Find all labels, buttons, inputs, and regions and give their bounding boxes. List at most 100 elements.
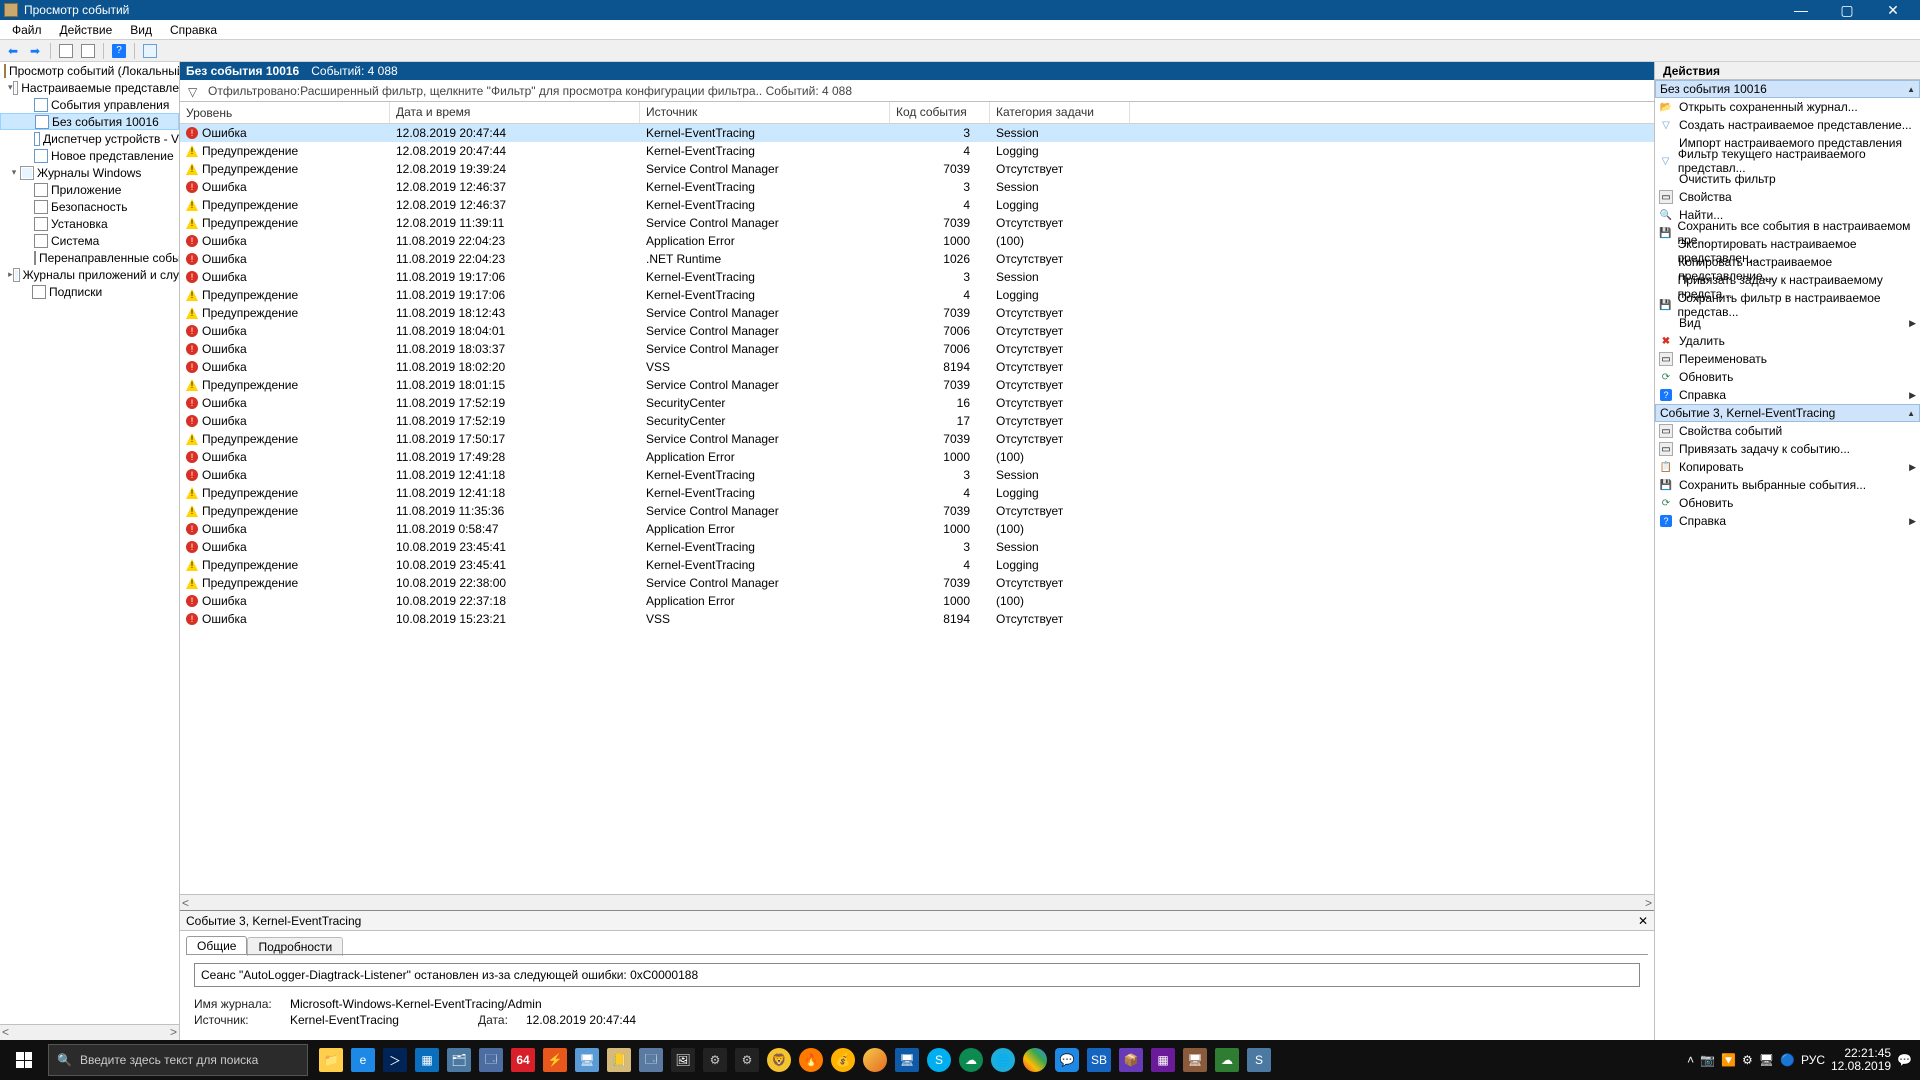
tree-custom-views[interactable]: ▾Настраиваемые представле xyxy=(0,79,179,96)
tree-item-no-10016[interactable]: Без события 10016 xyxy=(0,113,179,130)
tree-subscriptions[interactable]: Подписки xyxy=(0,283,179,300)
col-source[interactable]: Источник xyxy=(640,102,890,123)
event-row[interactable]: !Ошибка11.08.2019 22:04:23.NET Runtime10… xyxy=(180,250,1654,268)
detail-close-button[interactable]: ✕ xyxy=(1638,914,1648,928)
taskbar-app[interactable]: 🖥 xyxy=(1180,1040,1210,1080)
action-item[interactable]: ▭Свойства событий xyxy=(1655,422,1920,440)
col-code[interactable]: Код события xyxy=(890,102,990,123)
tray-icon[interactable]: 🖥 xyxy=(1759,1053,1774,1067)
tray-notifications-icon[interactable]: 💬 xyxy=(1897,1053,1912,1067)
event-row[interactable]: !Ошибка10.08.2019 22:37:18Application Er… xyxy=(180,592,1654,610)
tray-icon[interactable]: 🔵 xyxy=(1780,1053,1795,1067)
event-row[interactable]: !Предупреждение11.08.2019 18:12:43Servic… xyxy=(180,304,1654,322)
taskbar-app[interactable]: 🗂 xyxy=(444,1040,474,1080)
forward-button[interactable]: ➡ xyxy=(26,42,44,60)
taskbar-app[interactable]: 📁 xyxy=(316,1040,346,1080)
taskbar-app[interactable]: 📒 xyxy=(604,1040,634,1080)
menu-view[interactable]: Вид xyxy=(122,22,160,38)
action-item[interactable]: 📋Копировать▶ xyxy=(1655,458,1920,476)
event-row[interactable]: !Предупреждение11.08.2019 12:41:18Kernel… xyxy=(180,484,1654,502)
taskbar-app[interactable] xyxy=(1020,1040,1050,1080)
tree-item-admin-events[interactable]: События управления xyxy=(0,96,179,113)
event-row[interactable]: !Предупреждение11.08.2019 18:01:15Servic… xyxy=(180,376,1654,394)
action-item[interactable]: ✖Удалить xyxy=(1655,332,1920,350)
tree-windows-logs[interactable]: ▾Журналы Windows xyxy=(0,164,179,181)
action-item[interactable]: ▽Фильтр текущего настраиваемого представ… xyxy=(1655,152,1920,170)
grid-horizontal-scrollbar[interactable]: <> xyxy=(180,894,1654,910)
taskbar-app[interactable]: 🖼 xyxy=(668,1040,698,1080)
grid-body[interactable]: !Ошибка12.08.2019 20:47:44Kernel-EventTr… xyxy=(180,124,1654,894)
menu-action[interactable]: Действие xyxy=(52,22,121,38)
close-button[interactable]: ✕ xyxy=(1870,0,1916,20)
navigation-tree[interactable]: Просмотр событий (Локальный ▾Настраиваем… xyxy=(0,62,180,1040)
event-row[interactable]: !Предупреждение10.08.2019 22:38:00Servic… xyxy=(180,574,1654,592)
event-row[interactable]: !Предупреждение12.08.2019 20:47:44Kernel… xyxy=(180,142,1654,160)
actions-section-event[interactable]: Событие 3, Kernel-EventTracing▲ xyxy=(1655,404,1920,422)
maximize-button[interactable]: ▢ xyxy=(1824,0,1870,20)
action-item[interactable]: ▽Создать настраиваемое представление... xyxy=(1655,116,1920,134)
actions-section-view[interactable]: Без события 10016▲ xyxy=(1655,80,1920,98)
taskbar-app[interactable]: 🔥 xyxy=(796,1040,826,1080)
taskbar-app[interactable]: e xyxy=(348,1040,378,1080)
event-row[interactable]: !Предупреждение10.08.2019 23:45:41Kernel… xyxy=(180,556,1654,574)
tray-clock[interactable]: 22:21:45 12.08.2019 xyxy=(1831,1047,1891,1073)
start-button[interactable] xyxy=(0,1040,48,1080)
event-row[interactable]: !Предупреждение12.08.2019 11:39:11Servic… xyxy=(180,214,1654,232)
tree-forwarded-log[interactable]: Перенаправленные собы xyxy=(0,249,179,266)
tree-application-log[interactable]: Приложение xyxy=(0,181,179,198)
event-row[interactable]: !Ошибка11.08.2019 22:04:23Application Er… xyxy=(180,232,1654,250)
taskbar-app[interactable]: ▦ xyxy=(412,1040,442,1080)
action-item[interactable]: ?Справка▶ xyxy=(1655,512,1920,530)
back-button[interactable]: ⬅ xyxy=(4,42,22,60)
taskbar-app[interactable]: ▦ xyxy=(1148,1040,1178,1080)
action-item[interactable]: 💾Сохранить фильтр в настраиваемое предст… xyxy=(1655,296,1920,314)
col-date[interactable]: Дата и время xyxy=(390,102,640,123)
event-row[interactable]: !Предупреждение11.08.2019 17:50:17Servic… xyxy=(180,430,1654,448)
taskbar-app[interactable]: 🌐 xyxy=(988,1040,1018,1080)
taskbar-app[interactable]: S xyxy=(1244,1040,1274,1080)
taskbar-app[interactable]: 💰 xyxy=(828,1040,858,1080)
taskbar-app[interactable]: ⚙ xyxy=(700,1040,730,1080)
menu-file[interactable]: Файл xyxy=(4,22,50,38)
tray-lang[interactable]: РУС xyxy=(1801,1053,1825,1067)
tree-horizontal-scrollbar[interactable]: <> xyxy=(0,1024,179,1040)
taskbar-app[interactable]: 🗔 xyxy=(476,1040,506,1080)
tab-general[interactable]: Общие xyxy=(186,936,247,955)
action-item[interactable]: ▭Свойства xyxy=(1655,188,1920,206)
taskbar-app[interactable]: 🖥 xyxy=(892,1040,922,1080)
tray-icon[interactable]: ⚙ xyxy=(1742,1053,1753,1067)
taskbar-app[interactable]: 64 xyxy=(508,1040,538,1080)
taskbar-app[interactable]: ☁ xyxy=(1212,1040,1242,1080)
event-row[interactable]: !Предупреждение11.08.2019 19:17:06Kernel… xyxy=(180,286,1654,304)
action-item[interactable]: ▭Привязать задачу к событию... xyxy=(1655,440,1920,458)
event-row[interactable]: !Ошибка11.08.2019 12:41:18Kernel-EventTr… xyxy=(180,466,1654,484)
toolbar-button-2[interactable] xyxy=(79,42,97,60)
event-row[interactable]: !Ошибка11.08.2019 18:04:01Service Contro… xyxy=(180,322,1654,340)
taskbar-app[interactable]: 🦁 xyxy=(764,1040,794,1080)
event-row[interactable]: !Предупреждение11.08.2019 11:35:36Servic… xyxy=(180,502,1654,520)
taskbar-app[interactable]: ☁ xyxy=(956,1040,986,1080)
event-row[interactable]: !Ошибка11.08.2019 17:49:28Application Er… xyxy=(180,448,1654,466)
tray-icon[interactable]: 📷 xyxy=(1700,1053,1715,1067)
help-button[interactable]: ? xyxy=(110,42,128,60)
tray-expand-icon[interactable]: ˄ xyxy=(1687,1053,1694,1067)
tree-system-log[interactable]: Система xyxy=(0,232,179,249)
action-item[interactable]: 📂Открыть сохраненный журнал... xyxy=(1655,98,1920,116)
event-row[interactable]: !Ошибка10.08.2019 15:23:21VSS8194Отсутст… xyxy=(180,610,1654,628)
menu-help[interactable]: Справка xyxy=(162,22,225,38)
taskbar-app[interactable]: ⚙ xyxy=(732,1040,762,1080)
tree-item-device-manager[interactable]: Диспетчер устройств - V xyxy=(0,130,179,147)
col-level[interactable]: Уровень xyxy=(180,102,390,123)
event-row[interactable]: !Ошибка11.08.2019 19:17:06Kernel-EventTr… xyxy=(180,268,1654,286)
taskbar-app[interactable]: ⚡ xyxy=(540,1040,570,1080)
event-row[interactable]: !Ошибка11.08.2019 0:58:47Application Err… xyxy=(180,520,1654,538)
event-row[interactable]: !Ошибка10.08.2019 23:45:41Kernel-EventTr… xyxy=(180,538,1654,556)
event-row[interactable]: !Ошибка12.08.2019 20:47:44Kernel-EventTr… xyxy=(180,124,1654,142)
tree-item-new-view[interactable]: Новое представление xyxy=(0,147,179,164)
tree-setup-log[interactable]: Установка xyxy=(0,215,179,232)
tree-root[interactable]: Просмотр событий (Локальный xyxy=(0,62,179,79)
minimize-button[interactable]: — xyxy=(1778,0,1824,20)
col-category[interactable]: Категория задачи xyxy=(990,102,1130,123)
taskbar-app[interactable]: 💬 xyxy=(1052,1040,1082,1080)
tray-icon[interactable]: 🔽 xyxy=(1721,1053,1736,1067)
